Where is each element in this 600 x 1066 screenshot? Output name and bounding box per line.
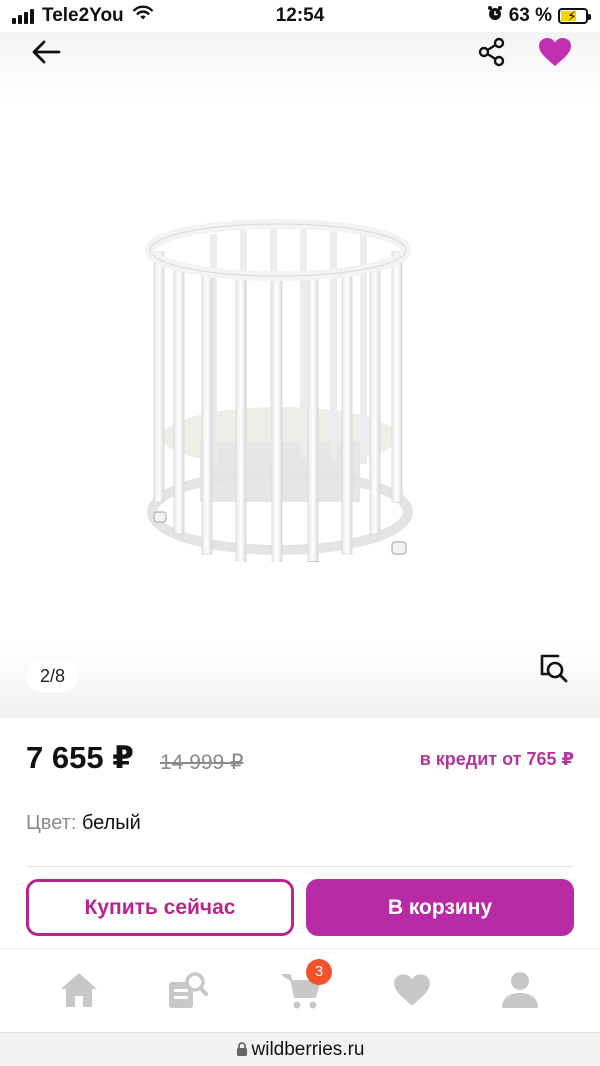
buy-now-button[interactable]: Купить сейчас [26, 879, 294, 936]
home-icon [61, 973, 97, 1007]
carrier-name: Tele2You [42, 5, 124, 26]
action-bar: Купить сейчас В корзину [0, 868, 600, 948]
color-row: Цвет: белый [26, 812, 141, 835]
bottom-nav: 3 [0, 948, 600, 1032]
current-price: 7 655 ₽ [26, 740, 134, 775]
share-button[interactable] [470, 32, 514, 72]
nav-home[interactable] [49, 965, 109, 1015]
nav-favorites[interactable] [382, 965, 442, 1015]
signal-icon [12, 8, 34, 24]
share-icon [478, 37, 505, 67]
lock-icon [236, 1042, 247, 1056]
favorites-heart-icon [394, 974, 430, 1006]
alarm-icon [487, 5, 503, 27]
image-counter: 2/8 [26, 660, 80, 692]
nav-cart[interactable]: 3 [272, 959, 332, 1015]
divider [26, 866, 574, 867]
color-label: Цвет: [26, 812, 77, 834]
product-gallery[interactable]: 2/8 [0, 32, 600, 718]
cart-badge: 3 [306, 959, 332, 985]
back-arrow-icon [32, 40, 61, 64]
status-bar: Tele2You 12:54 63 % ⚡ [0, 0, 600, 32]
add-to-cart-button[interactable]: В корзину [306, 879, 574, 936]
nav-catalog-search[interactable] [158, 965, 218, 1015]
status-left: Tele2You [12, 5, 154, 27]
wifi-icon [132, 5, 154, 27]
url-text: wildberries.ru [251, 1038, 365, 1060]
status-right: 63 % ⚡ [487, 5, 591, 27]
browser-url-bar[interactable]: wildberries.ru [0, 1032, 600, 1066]
product-image[interactable] [140, 212, 430, 562]
visual-search-button[interactable] [534, 648, 574, 688]
favorite-button[interactable] [532, 32, 578, 72]
profile-icon [502, 972, 538, 1008]
nav-profile[interactable] [490, 965, 550, 1015]
price-row: 7 655 ₽ 14 999 ₽ в кредит от 765 ₽ [26, 740, 574, 780]
color-value: белый [81, 812, 141, 834]
heart-icon [539, 38, 571, 66]
old-price: 14 999 ₽ [160, 751, 244, 774]
battery-charging-icon: ⚡ [558, 8, 591, 24]
catalog-search-icon [169, 972, 208, 1008]
battery-percent: 63 % [508, 5, 552, 26]
back-button[interactable] [22, 32, 70, 72]
visual-search-icon [540, 654, 568, 683]
credit-offer-link[interactable]: в кредит от 765 ₽ [420, 749, 574, 770]
